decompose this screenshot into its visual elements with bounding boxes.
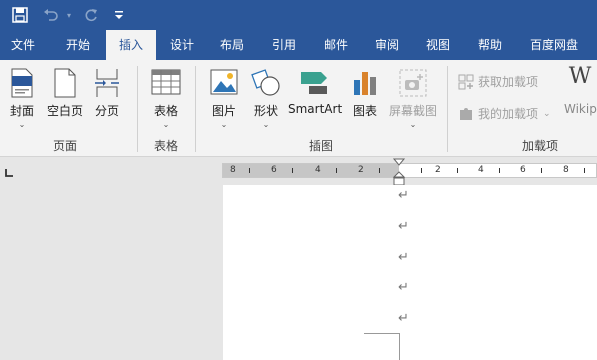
margin-corner-mark	[364, 333, 400, 360]
ruler-number: 4	[315, 165, 321, 175]
ruler-number: 4	[478, 165, 484, 175]
customize-qat-icon[interactable]	[112, 3, 126, 27]
chart-label: 图表	[352, 104, 377, 118]
redo-icon[interactable]	[80, 3, 102, 27]
chevron-down-icon: ⌄	[409, 120, 417, 129]
ruler-tick	[541, 168, 542, 173]
blank-page-label: 空白页	[46, 104, 83, 118]
ribbon-separator	[137, 66, 138, 152]
undo-dropdown-icon[interactable]: ▾	[63, 3, 75, 27]
shapes-icon	[250, 68, 282, 101]
smartart-button[interactable]: SmartArt	[288, 66, 342, 116]
ruler-tick	[457, 168, 458, 173]
chevron-down-icon: ⌄	[220, 120, 228, 129]
ruler-tick	[379, 168, 380, 173]
ruler-tick	[421, 168, 422, 173]
tables-group-label: 表格	[153, 139, 178, 153]
cover-page-button[interactable]: 封面 ⌄	[4, 66, 40, 132]
smartart-label: SmartArt	[288, 102, 343, 116]
ruler-tick	[499, 168, 500, 173]
ruler-number: 2	[435, 165, 441, 175]
tab-view[interactable]: 视图	[418, 30, 458, 60]
wikipedia-label: Wikip	[564, 102, 597, 116]
tab-references[interactable]: 引用	[264, 30, 304, 60]
ruler-tick	[336, 168, 337, 173]
save-icon[interactable]	[8, 3, 32, 27]
ruler-number: 6	[520, 165, 526, 175]
shapes-button[interactable]: 形状 ⌄	[248, 66, 284, 132]
illustrations-group-label: 插图	[308, 139, 333, 153]
ribbon-separator	[195, 66, 196, 152]
ruler-number: 8	[230, 165, 236, 175]
ribbon: 封面 ⌄ 空白页 分页 页面 表格 ⌄ 表格 图片 ⌄ 形状 ⌄ SmartAr…	[0, 60, 597, 157]
tab-help[interactable]: 帮助	[470, 30, 510, 60]
chevron-down-icon: ⌄	[543, 108, 551, 119]
chevron-down-icon: ⌄	[262, 120, 270, 129]
screenshot-label: 屏幕截图	[388, 104, 437, 118]
tab-review[interactable]: 审阅	[367, 30, 407, 60]
page-break-label: 分页	[94, 104, 119, 118]
ribbon-separator	[447, 66, 448, 152]
tab-layout[interactable]: 布局	[212, 30, 252, 60]
title-bar: ▾	[0, 0, 597, 30]
ruler-tick	[584, 168, 585, 173]
tab-design[interactable]: 设计	[162, 30, 202, 60]
table-icon	[151, 68, 181, 99]
ruler-tick	[249, 168, 250, 173]
picture-label: 图片	[211, 104, 236, 118]
picture-button[interactable]: 图片 ⌄	[206, 66, 242, 132]
smartart-icon	[299, 68, 331, 99]
tab-home[interactable]: 开始	[56, 30, 100, 60]
paragraph-mark: ↵	[398, 280, 409, 295]
tab-selector-icon[interactable]	[4, 168, 14, 178]
table-button[interactable]: 表格 ⌄	[146, 66, 186, 132]
page-break-button[interactable]: 分页	[90, 66, 124, 118]
cover-page-icon	[10, 68, 34, 101]
store-icon	[458, 74, 474, 89]
blank-page-button[interactable]: 空白页	[44, 66, 86, 118]
tab-insert[interactable]: 插入	[106, 30, 156, 60]
my-addins-label: 我的加载项	[478, 107, 539, 121]
chevron-down-icon: ⌄	[162, 120, 170, 129]
shapes-label: 形状	[253, 104, 278, 118]
addins-group-label: 加载项	[521, 139, 558, 153]
pages-group-label: 页面	[52, 139, 77, 153]
chart-button[interactable]: 图表	[348, 66, 382, 118]
horizontal-ruler[interactable]: 8 6 4 2 2 4 6 8	[222, 163, 597, 178]
ribbon-tabs: 文件 开始 插入 设计 布局 引用 邮件 审阅 视图 帮助 百度网盘	[0, 30, 597, 60]
get-addins-label: 获取加载项	[478, 75, 539, 89]
ruler-number: 2	[358, 165, 364, 175]
screenshot-button[interactable]: 屏幕截图 ⌄	[386, 66, 440, 132]
ruler-number: 8	[563, 165, 569, 175]
paragraph-mark: ↵	[398, 219, 409, 234]
get-addins-button[interactable]: 获取加载项	[458, 73, 538, 90]
cover-page-label: 封面	[9, 104, 34, 118]
paragraph-mark: ↵	[398, 250, 409, 265]
wikipedia-icon: W	[568, 64, 592, 89]
undo-icon[interactable]	[40, 3, 62, 27]
ruler-number: 6	[271, 165, 277, 175]
table-label: 表格	[153, 104, 178, 118]
document-page[interactable]	[223, 185, 597, 360]
paragraph-mark: ↵	[398, 188, 409, 203]
addin-icon	[460, 107, 472, 120]
page-break-icon	[93, 68, 121, 101]
blank-page-icon	[53, 68, 77, 101]
tab-baidu-netdisk[interactable]: 百度网盘	[522, 30, 586, 60]
wikipedia-button[interactable]: W Wikip	[560, 64, 597, 116]
ruler-tick	[292, 168, 293, 173]
paragraph-mark: ↵	[398, 311, 409, 326]
screenshot-icon	[398, 68, 428, 101]
tab-mailings[interactable]: 邮件	[316, 30, 356, 60]
tab-file[interactable]: 文件	[2, 30, 44, 60]
picture-icon	[210, 68, 238, 99]
chevron-down-icon: ⌄	[18, 120, 26, 129]
chart-icon	[351, 68, 379, 99]
my-addins-button[interactable]: 我的加载项 ⌄	[458, 105, 551, 122]
